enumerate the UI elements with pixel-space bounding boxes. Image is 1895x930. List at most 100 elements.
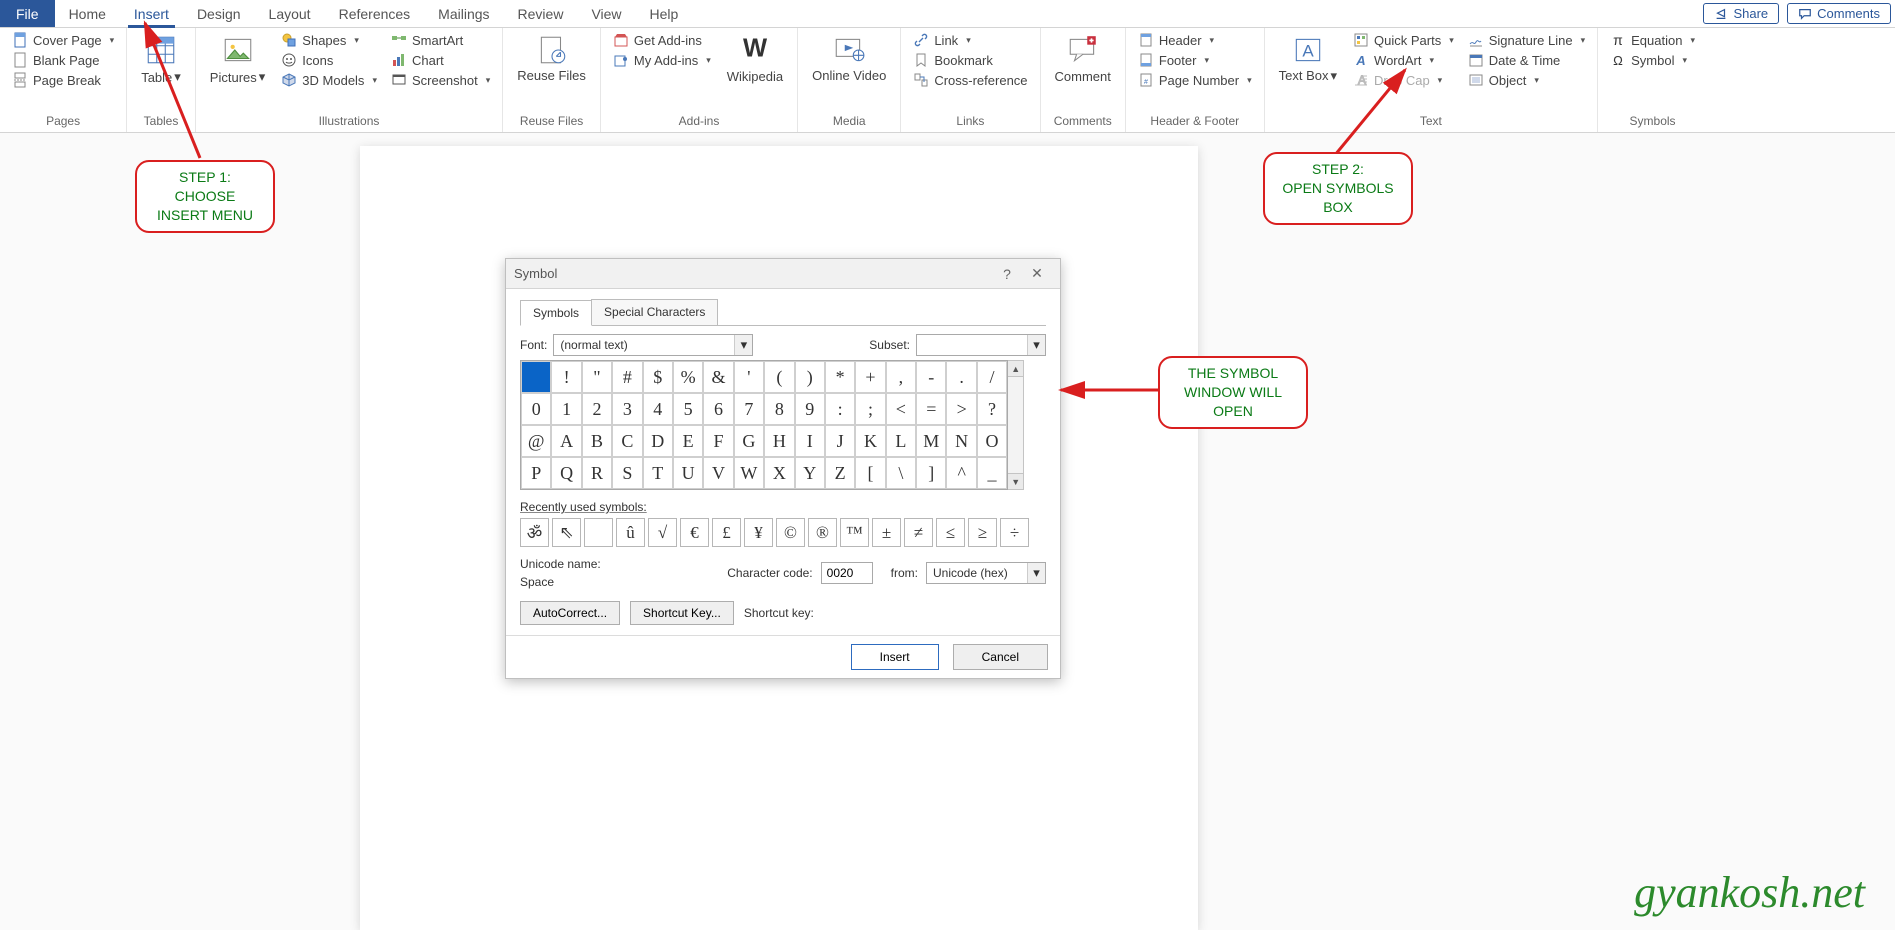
symbol-cell[interactable]: S (612, 457, 642, 489)
cancel-button[interactable]: Cancel (953, 644, 1048, 670)
symbol-cell[interactable]: J (825, 425, 855, 457)
recent-symbol-cell[interactable]: ¥ (744, 518, 773, 547)
symbol-cell[interactable]: \ (886, 457, 916, 489)
my-addins-button[interactable]: My Add-ins▾ (609, 51, 715, 69)
sigline-button[interactable]: Signature Line▾ (1464, 31, 1589, 49)
reuse-files-button[interactable]: Reuse Files (511, 31, 592, 85)
symbol-cell[interactable]: * (825, 361, 855, 393)
icons-button[interactable]: Icons (277, 51, 381, 69)
footer-button[interactable]: Footer▾ (1134, 51, 1256, 69)
tab-references[interactable]: References (325, 0, 425, 27)
page-break-button[interactable]: Page Break (8, 71, 118, 89)
symbol-cell[interactable]: P (521, 457, 551, 489)
insert-button[interactable]: Insert (851, 644, 939, 670)
charcode-input[interactable] (821, 562, 873, 584)
symbol-cell[interactable]: I (795, 425, 825, 457)
pictures-button[interactable]: Pictures▾ (204, 31, 272, 87)
recent-symbol-cell[interactable]: √ (648, 518, 677, 547)
recent-symbol-cell[interactable]: ≤ (936, 518, 965, 547)
symbol-cell[interactable]: K (855, 425, 885, 457)
get-addins-button[interactable]: Get Add-ins (609, 31, 715, 49)
scroll-down-icon[interactable]: ▼ (1008, 473, 1023, 489)
symbol-cell[interactable]: 8 (764, 393, 794, 425)
symbol-cell[interactable]: & (703, 361, 733, 393)
recent-symbol-cell[interactable]: © (776, 518, 805, 547)
symbol-cell[interactable]: T (643, 457, 673, 489)
datetime-button[interactable]: Date & Time (1464, 51, 1589, 69)
tab-insert[interactable]: Insert (120, 0, 183, 27)
symbol-cell[interactable]: A (551, 425, 581, 457)
scroll-up-icon[interactable]: ▲ (1008, 361, 1023, 377)
symbol-cell[interactable]: / (977, 361, 1007, 393)
bookmark-button[interactable]: Bookmark (909, 51, 1031, 69)
symbol-cell[interactable]: ' (734, 361, 764, 393)
chevron-down-icon[interactable]: ▾ (1027, 335, 1045, 355)
symbol-cell[interactable]: C (612, 425, 642, 457)
symbol-cell[interactable]: F (703, 425, 733, 457)
tab-home[interactable]: Home (55, 0, 120, 27)
symbol-cell[interactable]: = (916, 393, 946, 425)
symbol-cell[interactable]: ) (795, 361, 825, 393)
symbol-cell[interactable]: 6 (703, 393, 733, 425)
symbol-cell[interactable]: 0 (521, 393, 551, 425)
table-button[interactable]: Table▾ (135, 31, 187, 87)
symbol-cell[interactable]: : (825, 393, 855, 425)
dialog-tab-symbols[interactable]: Symbols (520, 300, 592, 326)
symbol-cell[interactable]: G (734, 425, 764, 457)
symbol-cell[interactable]: M (916, 425, 946, 457)
tab-help[interactable]: Help (636, 0, 693, 27)
recent-symbol-cell[interactable]: û (616, 518, 645, 547)
symbol-cell[interactable]: 9 (795, 393, 825, 425)
symbol-cell[interactable]: ^ (946, 457, 976, 489)
symbol-scrollbar[interactable]: ▲ ▼ (1008, 360, 1024, 490)
symbol-cell[interactable]: 2 (582, 393, 612, 425)
symbol-cell[interactable]: " (582, 361, 612, 393)
chart-button[interactable]: Chart (387, 51, 494, 69)
tab-layout[interactable]: Layout (255, 0, 325, 27)
tab-mailings[interactable]: Mailings (424, 0, 503, 27)
symbol-cell[interactable]: O (977, 425, 1007, 457)
symbol-cell[interactable] (521, 361, 551, 393)
symbol-cell[interactable]: R (582, 457, 612, 489)
recent-symbol-cell[interactable]: ÷ (1000, 518, 1029, 547)
recent-symbol-cell[interactable]: ± (872, 518, 901, 547)
chevron-down-icon[interactable]: ▾ (1027, 563, 1045, 583)
symbol-cell[interactable]: 3 (612, 393, 642, 425)
symbol-cell[interactable]: 4 (643, 393, 673, 425)
crossref-button[interactable]: Cross-reference (909, 71, 1031, 89)
symbol-cell[interactable]: L (886, 425, 916, 457)
recent-symbol-cell[interactable]: ≥ (968, 518, 997, 547)
tab-review[interactable]: Review (504, 0, 578, 27)
quickparts-button[interactable]: Quick Parts▾ (1349, 31, 1458, 49)
symbol-cell[interactable]: ] (916, 457, 946, 489)
dialog-titlebar[interactable]: Symbol ? ✕ (506, 259, 1060, 289)
symbol-cell[interactable]: - (916, 361, 946, 393)
symbol-cell[interactable]: U (673, 457, 703, 489)
pagenum-button[interactable]: #Page Number▾ (1134, 71, 1256, 89)
autocorrect-button[interactable]: AutoCorrect... (520, 601, 620, 625)
3dmodels-button[interactable]: 3D Models▾ (277, 71, 381, 89)
symbol-cell[interactable]: D (643, 425, 673, 457)
symbol-cell[interactable]: Q (551, 457, 581, 489)
symbol-cell[interactable]: N (946, 425, 976, 457)
tab-view[interactable]: View (577, 0, 635, 27)
wordart-button[interactable]: AWordArt▾ (1349, 51, 1458, 69)
online-video-button[interactable]: Online Video (806, 31, 892, 85)
symbol-cell[interactable]: > (946, 393, 976, 425)
symbol-cell[interactable]: < (886, 393, 916, 425)
recent-symbol-cell[interactable]: ⇖ (552, 518, 581, 547)
shapes-button[interactable]: Shapes▾ (277, 31, 381, 49)
recent-symbol-cell[interactable]: £ (712, 518, 741, 547)
symbol-cell[interactable]: + (855, 361, 885, 393)
smartart-button[interactable]: SmartArt (387, 31, 494, 49)
symbol-cell[interactable]: 5 (673, 393, 703, 425)
new-comment-button[interactable]: Comment (1049, 31, 1117, 86)
shortcutkey-button[interactable]: Shortcut Key... (630, 601, 734, 625)
recent-symbol-cell[interactable]: ™ (840, 518, 869, 547)
tab-file[interactable]: File (0, 0, 55, 27)
symbol-cell[interactable]: % (673, 361, 703, 393)
recent-symbol-cell[interactable]: ≠ (904, 518, 933, 547)
symbol-cell[interactable]: ! (551, 361, 581, 393)
recent-symbol-cell[interactable] (584, 518, 613, 547)
object-button[interactable]: Object▾ (1464, 71, 1589, 89)
